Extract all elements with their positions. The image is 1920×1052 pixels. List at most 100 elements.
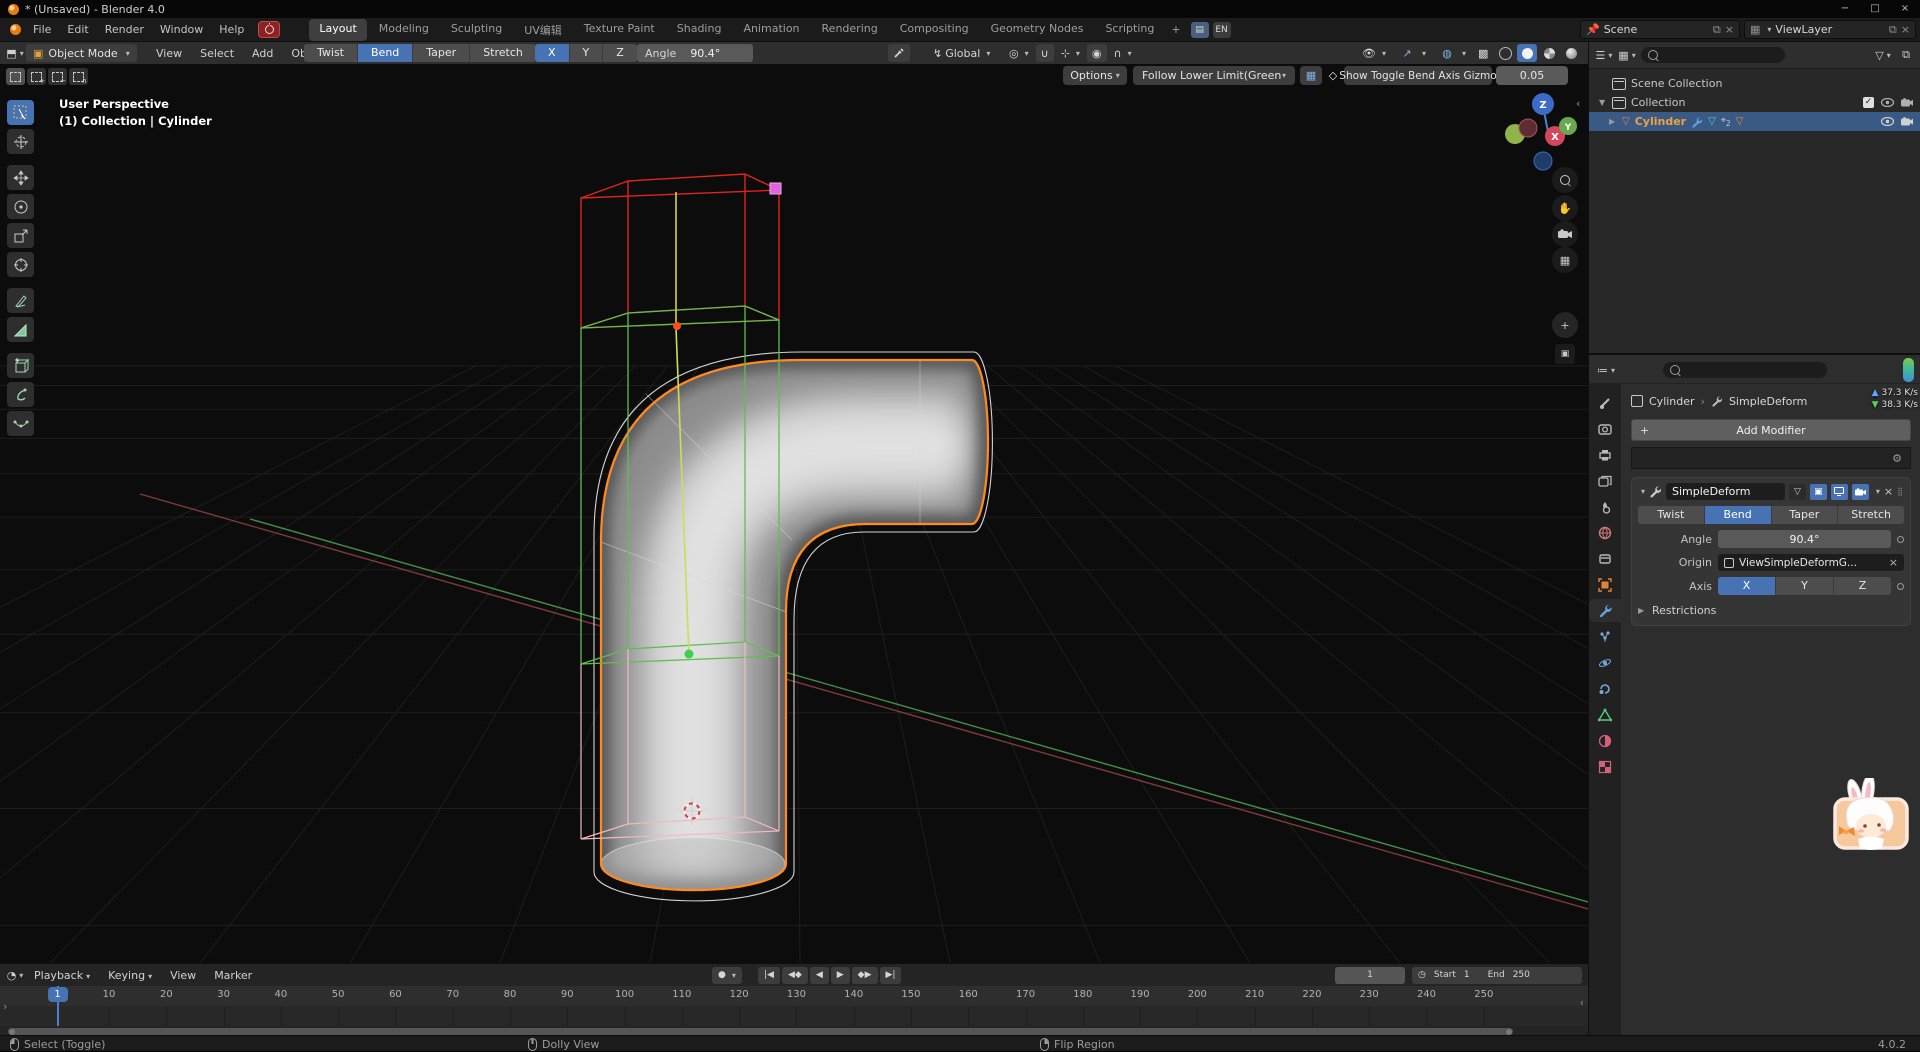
play-button[interactable]: ▶: [831, 967, 850, 984]
rotate-tool[interactable]: [7, 194, 34, 219]
falloff-dropdown[interactable]: ∩▾: [1109, 44, 1137, 62]
eyedropper-icon[interactable]: [888, 44, 910, 62]
pivot-point-dropdown[interactable]: ◎▾: [1004, 44, 1034, 62]
transform-orientation-dropdown[interactable]: ↯ Global▾: [928, 44, 995, 62]
show-in-editmode-cage-icon[interactable]: ▽: [1789, 484, 1806, 500]
bent-cylinder-mesh[interactable]: [594, 352, 992, 901]
add-modifier-menu-row[interactable]: ⚙: [1631, 447, 1911, 469]
gizmo-neg-y-ball[interactable]: [1519, 119, 1537, 137]
modifier-axis-y-button[interactable]: Y: [1776, 577, 1834, 595]
modifier-angle-slider[interactable]: 90.4°: [1718, 530, 1891, 548]
add-modifier-button[interactable]: + Add Modifier: [1631, 419, 1911, 441]
copy-icon[interactable]: ⧉: [1889, 23, 1897, 37]
limit-dropdown[interactable]: Follow Lower Limit(Green)▾: [1133, 66, 1295, 85]
addon-curve-tool[interactable]: [7, 411, 34, 436]
render-display-icon[interactable]: [1852, 484, 1869, 500]
properties-tab-render[interactable]: [1589, 417, 1621, 440]
header-axis-z-button[interactable]: Z: [603, 44, 637, 62]
properties-tab-object[interactable]: [1589, 573, 1621, 596]
modifier-origin-field[interactable]: ViewSimpleDeformG... ×: [1718, 554, 1904, 571]
menu-keying[interactable]: Keying▾: [100, 967, 160, 984]
header-axis-y-button[interactable]: Y: [570, 44, 604, 62]
outliner-search-input[interactable]: [1641, 47, 1785, 63]
keymap-icon[interactable]: ▤: [1191, 22, 1209, 38]
channel-expand-arrow[interactable]: ›: [3, 1000, 7, 1013]
drag-handle-icon[interactable]: ⣿: [1897, 487, 1904, 496]
menu-edit[interactable]: Edit: [59, 20, 96, 39]
gizmos-dropdown[interactable]: ↗▾: [1393, 44, 1431, 62]
next-keyframe-button[interactable]: ◆▶: [852, 967, 878, 984]
hide-eye-icon[interactable]: [1881, 98, 1894, 107]
snap-magnet-icon[interactable]: ∪: [1036, 44, 1054, 62]
menu-playback[interactable]: Playback▾: [26, 967, 98, 984]
gizmo-size-field[interactable]: 0.05: [1496, 66, 1568, 85]
camera-view-icon[interactable]: [1552, 221, 1578, 247]
workspace-tab-texture-paint[interactable]: Texture Paint: [574, 19, 665, 41]
header-axis-x-button[interactable]: X: [535, 44, 570, 62]
workspace-tab-rendering[interactable]: Rendering: [812, 19, 888, 41]
workspace-tab-scripting[interactable]: Scripting: [1095, 19, 1164, 41]
transform-tool[interactable]: [7, 252, 34, 277]
auto-keying-record-button[interactable]: ●▾: [712, 967, 742, 984]
properties-search-input[interactable]: [1663, 362, 1827, 378]
menu-help[interactable]: Help: [211, 20, 252, 39]
object-visibility-dropdown[interactable]: 👁▾: [1357, 44, 1391, 62]
panel-collapse-icon[interactable]: ▾: [1641, 487, 1645, 496]
properties-tab-modifier[interactable]: [1589, 599, 1621, 622]
3d-viewport[interactable]: [0, 64, 1588, 963]
menu-view[interactable]: View: [162, 967, 204, 984]
timeline-ruler[interactable]: 1020304050607080901001101201301401501601…: [0, 986, 1588, 1006]
jump-to-end-button[interactable]: ▶|: [880, 967, 902, 984]
modifier-mode-stretch-button[interactable]: Stretch: [1838, 506, 1904, 524]
proportional-editing-icon[interactable]: ◉: [1087, 44, 1107, 62]
outliner-row-scene-collection[interactable]: Scene Collection: [1589, 74, 1920, 93]
properties-tab-texture[interactable]: [1589, 755, 1621, 778]
remove-icon[interactable]: ×: [1901, 23, 1910, 36]
menu-file[interactable]: File: [25, 20, 59, 39]
select-box-tool[interactable]: [7, 100, 34, 125]
gizmo-origin-handle-green[interactable]: [685, 650, 694, 659]
clear-origin-icon[interactable]: ×: [1889, 556, 1898, 569]
render-camera-icon[interactable]: [1901, 117, 1913, 126]
overlays-dropdown[interactable]: ◍▾: [1433, 44, 1471, 62]
properties-tab-viewlayer[interactable]: [1589, 469, 1621, 492]
properties-tab-output[interactable]: [1589, 443, 1621, 466]
properties-tab-particles[interactable]: [1589, 625, 1621, 648]
editor-type-icon[interactable]: ⬒▾: [6, 44, 24, 62]
expand-icon[interactable]: ▶: [1599, 117, 1617, 126]
properties-tab-material[interactable]: [1589, 729, 1621, 752]
mode-selector[interactable]: ▣ Object Mode▾: [26, 44, 137, 62]
realtime-display-icon[interactable]: [1831, 484, 1848, 500]
close-button[interactable]: ×: [1890, 0, 1920, 18]
timeline-editor-icon[interactable]: ◔▾: [6, 966, 24, 984]
add-workspace-button[interactable]: +: [1165, 23, 1186, 36]
pan-view-icon[interactable]: ✋: [1552, 195, 1578, 221]
modifier-mode-taper-button[interactable]: Taper: [1772, 506, 1839, 524]
zoom-view-icon[interactable]: [1552, 167, 1578, 193]
addon-hook-tool[interactable]: [7, 382, 34, 407]
properties-tab-constraints[interactable]: [1589, 677, 1621, 700]
render-camera-icon[interactable]: [1901, 98, 1913, 107]
timeline-channels[interactable]: [0, 1006, 1588, 1026]
filter-icon[interactable]: ▽▾: [1874, 46, 1892, 64]
modifier-mode-twist-button[interactable]: Twist: [1638, 506, 1705, 524]
hide-eye-icon[interactable]: [1881, 117, 1894, 126]
measure-tool[interactable]: [7, 317, 34, 342]
annotate-tool[interactable]: [7, 288, 34, 313]
display-mode-icon[interactable]: ▦▾: [1618, 46, 1636, 64]
properties-tab-collection[interactable]: [1589, 547, 1621, 570]
minimize-button[interactable]: −: [1830, 0, 1860, 18]
blender-menu-icon[interactable]: [10, 24, 21, 35]
snap-settings-dropdown[interactable]: ⊹▾: [1056, 44, 1085, 62]
frame-range-fields[interactable]: ◷ Start 1 End 250: [1412, 967, 1582, 984]
viewlayer-selector[interactable]: ▦▾ ViewLayer ⧉ ×: [1744, 20, 1916, 39]
viewport-menu-view[interactable]: View: [148, 45, 190, 62]
region-collapse-arrow[interactable]: ‹: [1576, 97, 1580, 110]
shading-material-icon[interactable]: [1539, 44, 1559, 62]
properties-tab-data[interactable]: [1589, 703, 1621, 726]
animate-dot-icon[interactable]: [1897, 536, 1904, 543]
scale-tool[interactable]: [7, 223, 34, 248]
outliner-editor-icon[interactable]: ☰▾: [1595, 46, 1613, 64]
menu-window[interactable]: Window: [152, 20, 211, 39]
add-cube-tool[interactable]: [7, 353, 34, 378]
